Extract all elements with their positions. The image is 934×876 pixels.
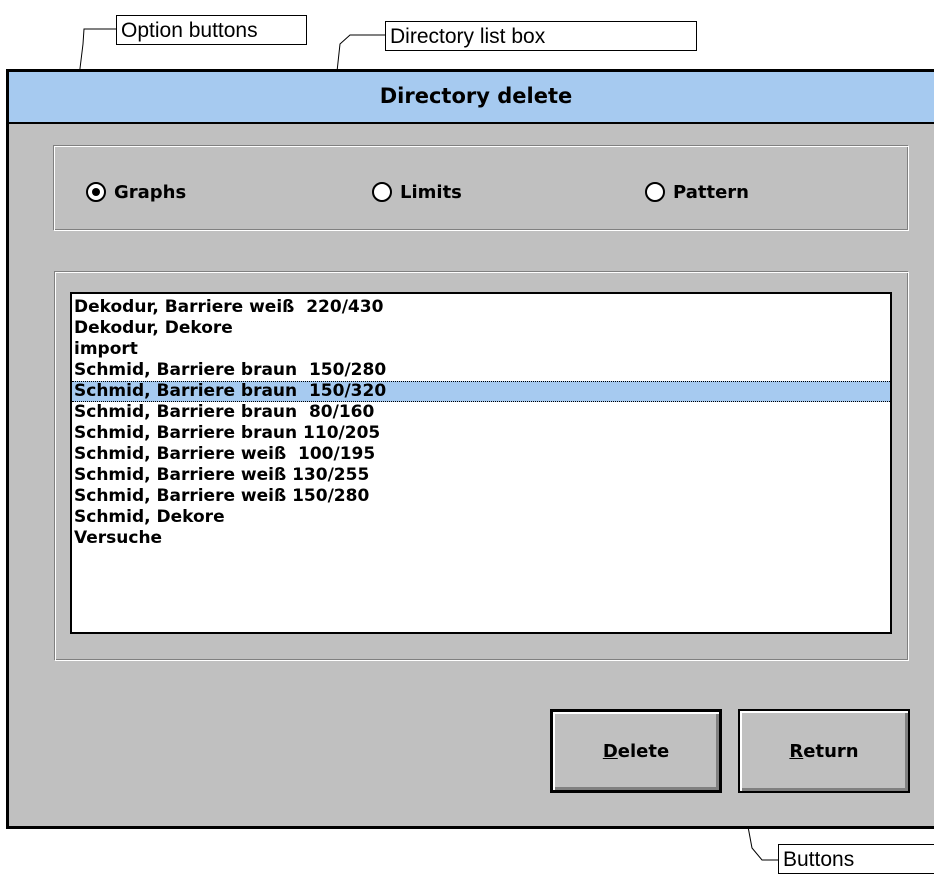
return-button[interactable]: Return xyxy=(738,709,910,793)
buttons-callout: Buttons xyxy=(778,844,934,874)
list-item[interactable]: Dekodur, Barriere weiß 220/430 xyxy=(72,297,890,318)
list-item[interactable]: Schmid, Barriere weiß 150/280 xyxy=(72,486,890,507)
delete-button[interactable]: Delete xyxy=(550,709,722,793)
option-buttons-group: Graphs Limits Pattern xyxy=(53,145,909,231)
radio-pattern-label: Pattern xyxy=(673,181,749,203)
list-item[interactable]: Schmid, Barriere braun 150/280 xyxy=(72,360,890,381)
list-item-selected[interactable]: Schmid, Barriere braun 150/320 xyxy=(72,381,890,402)
list-item[interactable]: Schmid, Barriere weiß 130/255 xyxy=(72,465,890,486)
radio-limits-indicator xyxy=(372,182,392,202)
delete-button-mnemonic: D xyxy=(602,740,618,762)
radio-limits-label: Limits xyxy=(400,181,462,203)
radio-graphs-indicator xyxy=(86,182,106,202)
list-item[interactable]: Schmid, Barriere braun 80/160 xyxy=(72,402,890,423)
list-item[interactable]: Schmid, Barriere weiß 100/195 xyxy=(72,444,890,465)
directory-delete-dialog: Directory delete Graphs Limits Pattern D… xyxy=(6,69,934,829)
list-item[interactable]: Schmid, Dekore xyxy=(72,507,890,528)
return-button-mnemonic: R xyxy=(789,740,804,762)
list-item[interactable]: import xyxy=(72,339,890,360)
radio-pattern-indicator xyxy=(645,182,665,202)
return-button-label: eturn xyxy=(803,740,859,762)
directory-list-group: Dekodur, Barriere weiß 220/430 Dekodur, … xyxy=(54,271,909,661)
delete-button-label: elete xyxy=(617,740,670,762)
list-item[interactable]: Dekodur, Dekore xyxy=(72,318,890,339)
directory-list-box-callout: Directory list box xyxy=(385,21,697,51)
option-buttons-callout: Option buttons xyxy=(116,15,307,45)
list-item[interactable]: Schmid, Barriere braun 110/205 xyxy=(72,423,890,444)
radio-graphs[interactable]: Graphs xyxy=(86,180,186,204)
radio-graphs-label: Graphs xyxy=(114,181,187,203)
radio-pattern[interactable]: Pattern xyxy=(645,180,749,204)
radio-limits[interactable]: Limits xyxy=(372,180,462,204)
directory-list-box[interactable]: Dekodur, Barriere weiß 220/430 Dekodur, … xyxy=(70,292,892,634)
list-item[interactable]: Versuche xyxy=(72,528,890,549)
dialog-title: Directory delete xyxy=(9,72,934,124)
